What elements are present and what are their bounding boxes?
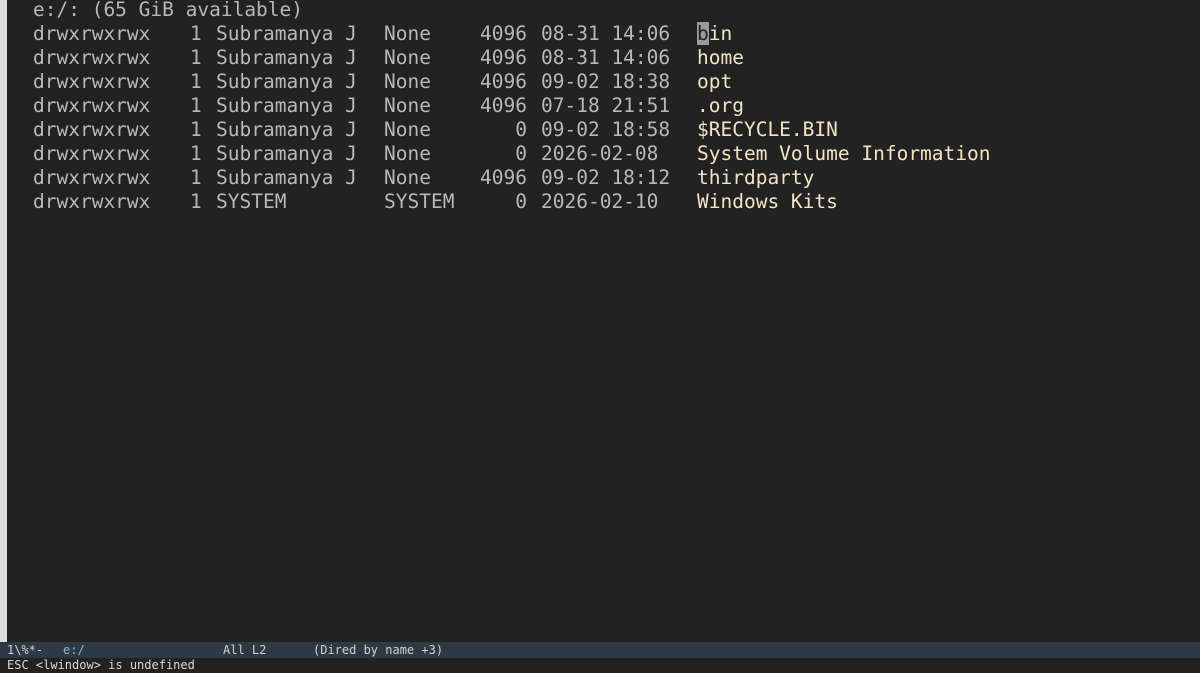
entry-link-count: 1 <box>190 94 202 117</box>
entry-date: 08-31 14:06 <box>541 46 671 69</box>
entry-group: SYSTEM <box>384 190 455 213</box>
entry-group: None <box>384 46 431 69</box>
entry-filename[interactable]: home <box>697 46 744 70</box>
entry-link-count: 1 <box>190 142 202 165</box>
dired-entry-row[interactable]: drwxrwxrwx 1 Subramanya J None 0 09-02 18:58 $… <box>7 118 1197 142</box>
dired-buffer[interactable]: e:/: (65 GiB available) drwxrwxrwx 1 Subra… <box>7 0 1200 642</box>
entry-filename-rest: in <box>708 22 733 45</box>
dired-entry-row[interactable]: drwxrwxrwx 1 Subramanya J None 4096 09-02 18:… <box>7 166 1197 190</box>
entry-owner: Subramanya J <box>216 70 357 93</box>
entry-permissions: drwxrwxrwx <box>33 70 151 93</box>
entry-group: None <box>384 166 431 189</box>
entry-filename[interactable]: Windows Kits <box>697 190 838 214</box>
mode-line: 1\%*- e:/ All L2 (Dired by name +3) <box>0 642 1200 658</box>
entry-permissions: drwxrwxrwx <box>33 94 151 117</box>
entry-owner: Subramanya J <box>216 22 357 45</box>
entry-link-count: 1 <box>190 22 202 45</box>
entry-group: None <box>384 94 431 117</box>
echo-area: ESC <lwindow> is undefined <box>0 658 1200 673</box>
entry-permissions: drwxrwxrwx <box>33 142 151 165</box>
entry-owner: Subramanya J <box>216 118 357 141</box>
dired-entry-row[interactable]: drwxrwxrwx 1 Subramanya J None 4096 08-31 14:… <box>7 22 1197 46</box>
entry-permissions: drwxrwxrwx <box>33 190 151 213</box>
mode-line-buffer-name[interactable]: e:/ <box>63 642 85 658</box>
window-left-border <box>0 0 7 642</box>
entry-group: None <box>384 22 431 45</box>
dired-entry-row[interactable]: drwxrwxrwx 1 Subramanya J None 4096 07-18 21:… <box>7 94 1197 118</box>
entry-group: None <box>384 70 431 93</box>
entry-filename[interactable]: System Volume Information <box>697 142 991 166</box>
entry-date: 08-31 14:06 <box>541 22 671 45</box>
dired-entry-row[interactable]: drwxrwxrwx 1 Subramanya J None 4096 08-31 14:… <box>7 46 1197 70</box>
entry-permissions: drwxrwxrwx <box>33 46 151 69</box>
entry-filename[interactable]: .org <box>697 94 744 118</box>
entry-size: 0 <box>515 118 527 141</box>
entry-date: 09-02 18:38 <box>541 70 671 93</box>
entry-link-count: 1 <box>190 190 202 213</box>
entry-permissions: drwxrwxrwx <box>33 166 151 189</box>
entry-link-count: 1 <box>190 118 202 141</box>
text-cursor: b <box>697 22 709 45</box>
entry-size: 4096 <box>480 70 527 93</box>
entry-link-count: 1 <box>190 166 202 189</box>
entry-size: 4096 <box>480 94 527 117</box>
entry-size: 0 <box>515 190 527 213</box>
entry-date: 07-18 21:51 <box>541 94 671 117</box>
entry-permissions: drwxrwxrwx <box>33 118 151 141</box>
entry-size: 4096 <box>480 166 527 189</box>
entry-permissions: drwxrwxrwx <box>33 22 151 45</box>
entry-filename[interactable]: bin <box>697 22 732 46</box>
entry-owner: Subramanya J <box>216 166 357 189</box>
entry-size: 0 <box>515 142 527 165</box>
entry-owner: Subramanya J <box>216 94 357 117</box>
mode-line-major-mode[interactable]: (Dired by name +3) <box>313 642 443 658</box>
entry-group: None <box>384 142 431 165</box>
entry-owner: Subramanya J <box>216 46 357 69</box>
entry-owner: Subramanya J <box>216 142 357 165</box>
entry-filename[interactable]: thirdparty <box>697 166 814 190</box>
entry-link-count: 1 <box>190 46 202 69</box>
entry-filename[interactable]: $RECYCLE.BIN <box>697 118 838 142</box>
dired-header: e:/: (65 GiB available) <box>33 0 304 21</box>
entry-date: 2026-02-10 <box>541 190 659 213</box>
entry-date: 09-02 18:58 <box>541 118 671 141</box>
mode-line-status: 1\%*- <box>7 643 44 657</box>
dired-entry-row[interactable]: drwxrwxrwx 1 Subramanya J None 4096 09-02 18:… <box>7 70 1197 94</box>
entry-size: 4096 <box>480 22 527 45</box>
entry-date: 2026-02-08 <box>541 142 659 165</box>
entry-link-count: 1 <box>190 70 202 93</box>
dired-entry-row[interactable]: drwxrwxrwx 1 SYSTEM SYSTEM 0 2026-02-10 Window… <box>7 190 1197 214</box>
dired-entry-row[interactable]: drwxrwxrwx 1 Subramanya J None 0 2026-02-08 Sy… <box>7 142 1197 166</box>
entry-filename[interactable]: opt <box>697 70 732 94</box>
entry-owner: SYSTEM <box>216 190 287 213</box>
entry-group: None <box>384 118 431 141</box>
entry-date: 09-02 18:12 <box>541 166 671 189</box>
entry-size: 4096 <box>480 46 527 69</box>
mode-line-position: All L2 <box>223 643 267 657</box>
